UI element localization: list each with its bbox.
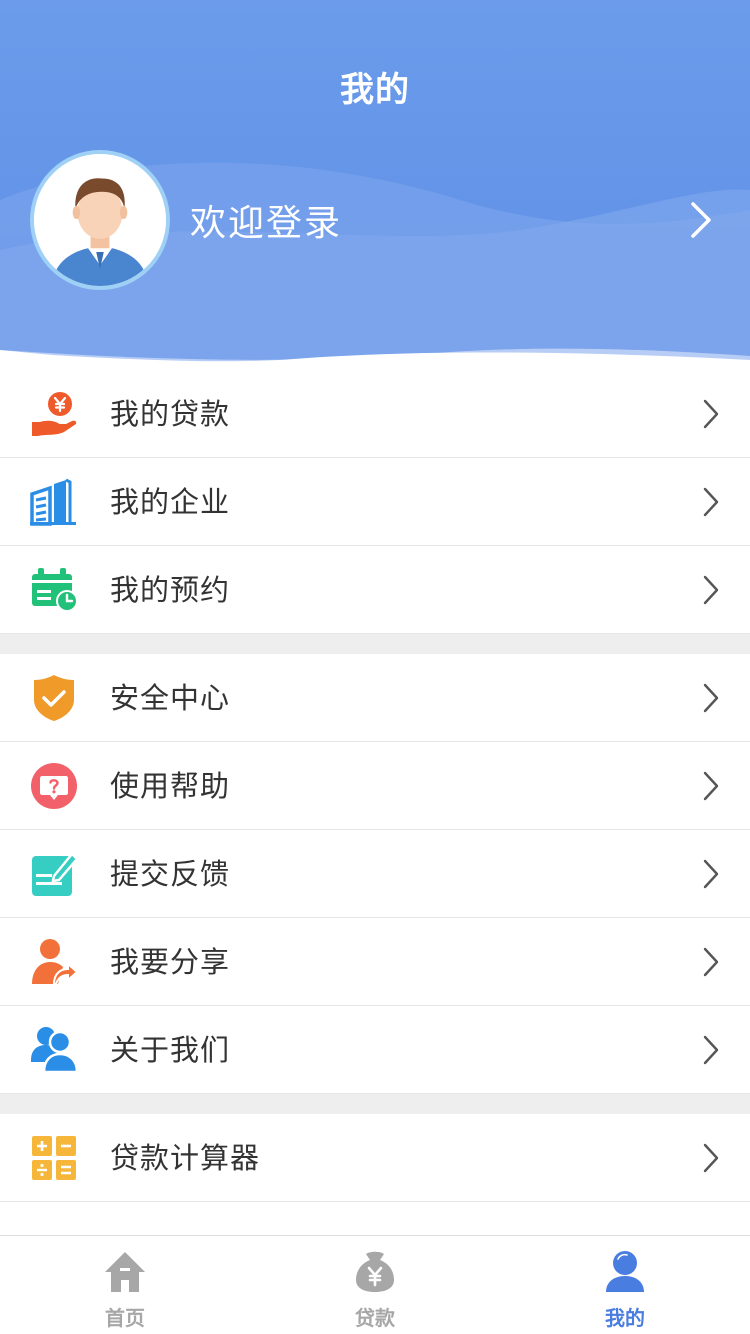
home-icon <box>104 1250 146 1294</box>
tab-loans[interactable]: 贷款 <box>250 1236 500 1334</box>
chevron-right-icon[interactable] <box>688 200 714 240</box>
menu-group-tools: 贷款计算器 <box>0 1114 750 1202</box>
menu-label: 使用帮助 <box>110 769 231 803</box>
help-bubble-icon <box>30 762 78 810</box>
chevron-right-icon <box>703 399 719 429</box>
building-icon <box>30 478 78 526</box>
menu-item-loan-calculator[interactable]: 贷款计算器 <box>0 1114 750 1202</box>
chevron-right-icon <box>703 1143 719 1173</box>
menu-label: 安全中心 <box>110 681 231 715</box>
loan-hand-yen-icon <box>30 390 78 438</box>
chevron-right-icon <box>703 1035 719 1065</box>
menu-item-help[interactable]: 使用帮助 <box>0 742 750 830</box>
money-bag-icon <box>354 1250 396 1294</box>
menu-item-my-loans[interactable]: 我的贷款 <box>0 370 750 458</box>
chevron-right-icon <box>703 575 719 605</box>
menu-item-my-company[interactable]: 我的企业 <box>0 458 750 546</box>
menu-item-feedback[interactable]: 提交反馈 <box>0 830 750 918</box>
share-user-icon <box>30 938 78 986</box>
bottom-tab-bar: 首页 贷款 我的 <box>0 1235 750 1334</box>
section-divider <box>0 634 750 654</box>
menu-label: 提交反馈 <box>110 857 231 891</box>
profile-header: 我的 欢迎登录 <box>0 0 750 372</box>
user-icon <box>604 1250 646 1294</box>
chevron-right-icon <box>703 771 719 801</box>
tab-home[interactable]: 首页 <box>0 1236 250 1334</box>
login-prompt[interactable]: 欢迎登录 <box>190 194 342 246</box>
menu-item-about-us[interactable]: 关于我们 <box>0 1006 750 1094</box>
shield-check-icon <box>30 674 78 722</box>
chevron-right-icon <box>703 487 719 517</box>
menu-label: 关于我们 <box>110 1033 231 1067</box>
avatar[interactable] <box>30 150 170 290</box>
default-avatar-icon <box>34 154 166 286</box>
chevron-right-icon <box>703 683 719 713</box>
chevron-right-icon <box>703 859 719 889</box>
tab-label: 贷款 <box>355 1306 395 1330</box>
menu-item-my-appointments[interactable]: 我的预约 <box>0 546 750 634</box>
menu-label: 我要分享 <box>110 945 231 979</box>
tab-label: 我的 <box>605 1306 645 1330</box>
menu-label: 我的贷款 <box>110 397 231 431</box>
calendar-clock-icon <box>30 566 78 614</box>
menu-group-general: 安全中心 使用帮助 提交反馈 我要分享 关于我们 <box>0 654 750 1094</box>
tab-mine[interactable]: 我的 <box>500 1236 750 1334</box>
calculator-icon <box>30 1134 78 1182</box>
tab-label: 首页 <box>105 1306 145 1330</box>
menu-label: 贷款计算器 <box>110 1141 261 1175</box>
section-divider <box>0 1094 750 1114</box>
login-row[interactable]: 欢迎登录 <box>0 150 750 290</box>
chevron-right-icon <box>703 947 719 977</box>
menu-label: 我的预约 <box>110 573 231 607</box>
feedback-edit-icon <box>30 850 78 898</box>
users-icon <box>30 1026 78 1074</box>
page-title: 我的 <box>340 70 410 110</box>
menu-item-security-center[interactable]: 安全中心 <box>0 654 750 742</box>
menu-group-loans: 我的贷款 我的企业 我的预约 <box>0 370 750 634</box>
menu-label: 我的企业 <box>110 485 231 519</box>
menu-item-share[interactable]: 我要分享 <box>0 918 750 1006</box>
